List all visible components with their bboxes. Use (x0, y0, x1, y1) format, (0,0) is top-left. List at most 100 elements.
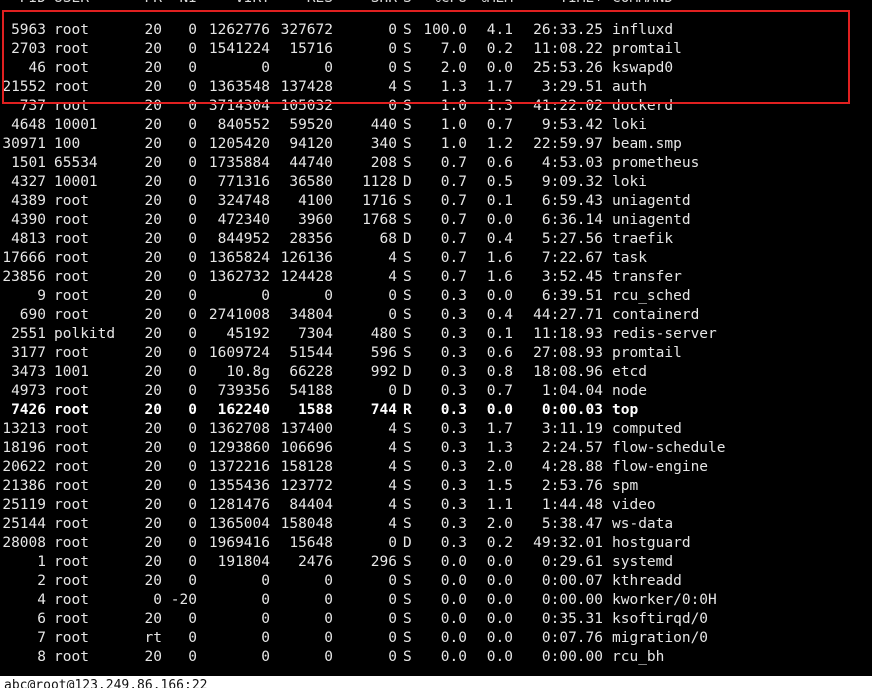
cell-virt: 472340 (217, 212, 270, 228)
cell-command: loki (612, 174, 647, 190)
process-row: 4390 root 20 0 472340 3960 1768 S 0.7 0.0 6:36.14 u… (0, 211, 872, 230)
cell-time: 6:59.43 (541, 193, 603, 209)
cell-ni: 0 (188, 60, 197, 76)
cell-cpu: 0.0 (440, 649, 467, 665)
cell-user: root (54, 269, 89, 285)
process-row: 5963 root 20 0 1262776 327672 0 S 100.0 4.1 26:33.… (0, 21, 872, 40)
cell-command: top (612, 402, 639, 418)
cell-user: 1001 (54, 364, 89, 380)
cell-cpu: 0.0 (440, 592, 467, 608)
cell-ni: 0 (188, 630, 197, 646)
cell-cpu: 0.3 (440, 516, 467, 532)
cell-s: D (403, 174, 412, 190)
process-row: 23856 root 20 0 1362732 124428 4 S 0.7 1.6 3:52.45… (0, 268, 872, 287)
cell-res: 124428 (280, 269, 333, 285)
terminal-tab-bar[interactable]: abc@root@123.249.86.166:22 (0, 676, 872, 688)
cell-mem: 1.3 (486, 440, 513, 456)
cell-mem: 1.3 (486, 98, 513, 114)
cell-pr: 20 (144, 212, 162, 228)
cell-virt: 1262776 (208, 22, 270, 38)
cell-command: uniagentd (612, 193, 691, 209)
cell-mem: 0.0 (486, 554, 513, 570)
cell-pr: 20 (144, 402, 162, 418)
cell-user: root (54, 611, 89, 627)
process-row: 21552 root 20 0 1363548 137428 4 S 1.3 1.7 3:29.51… (0, 78, 872, 97)
cell-mem: 0.6 (486, 345, 513, 361)
cell-s: S (403, 117, 412, 133)
cell-shr: 4 (388, 79, 397, 95)
cell-cpu: 0.7 (440, 193, 467, 209)
cell-ni: 0 (188, 174, 197, 190)
cell-cpu: 0.3 (440, 345, 467, 361)
cell-cpu: 100.0 (423, 22, 467, 38)
cell-pid: 30971 (2, 136, 46, 152)
process-row: 1 root 20 0 191804 2476 296 S 0.0 0.0 0:29.61 syste… (0, 553, 872, 572)
cell-res: 66228 (289, 364, 333, 380)
cell-pid: 2 (37, 573, 46, 589)
cell-time: 0:07.76 (541, 630, 603, 646)
cell-user: root (54, 250, 89, 266)
cell-command: containerd (612, 307, 700, 323)
cell-s: S (403, 98, 412, 114)
cell-ni: 0 (188, 554, 197, 570)
cell-virt: 771316 (217, 174, 270, 190)
cell-shr: 0 (388, 60, 397, 76)
cell-s: S (403, 212, 412, 228)
process-row: 17666 root 20 0 1365824 126136 4 S 0.7 1.6 7:22.67… (0, 249, 872, 268)
cell-mem: 1.1 (486, 497, 513, 513)
cell-time: 26:33.25 (533, 22, 603, 38)
cell-mem: 0.0 (486, 60, 513, 76)
cell-shr: 744 (370, 402, 397, 418)
cell-ni: 0 (188, 421, 197, 437)
terminal-window[interactable]: PID USER PR NI VIRT RES SHR S %CPU %MEM TIME+ COMMA… (0, 0, 872, 688)
cell-pr: 20 (144, 421, 162, 437)
cell-command: flow-schedule (612, 440, 726, 456)
cell-pr: 0 (153, 592, 162, 608)
cell-time: 0:00.00 (541, 592, 603, 608)
cell-res: 59520 (289, 117, 333, 133)
cell-command: uniagentd (612, 212, 691, 228)
process-row: 13213 root 20 0 1362708 137400 4 S 0.3 1.7 3:11.19… (0, 420, 872, 439)
cell-user: 100 (54, 136, 81, 152)
cell-mem: 1.6 (486, 250, 513, 266)
cell-virt: 10.8g (226, 364, 270, 380)
cell-cpu: 0.3 (440, 535, 467, 551)
cell-shr: 0 (388, 592, 397, 608)
cell-cpu: 0.7 (440, 155, 467, 171)
cell-ni: 0 (188, 79, 197, 95)
cell-virt: 324748 (217, 193, 270, 209)
cell-pr: 20 (144, 611, 162, 627)
cell-res: 3960 (298, 212, 333, 228)
cell-shr: 4 (388, 497, 397, 513)
cell-s: S (403, 649, 412, 665)
cell-time: 2:24.57 (541, 440, 603, 456)
cell-time: 3:29.51 (541, 79, 603, 95)
cell-command: video (612, 497, 656, 513)
cell-pr: 20 (144, 345, 162, 361)
cell-cpu: 0.3 (440, 402, 467, 418)
cell-command: influxd (612, 22, 674, 38)
cell-command: etcd (612, 364, 647, 380)
cell-cpu: 0.7 (440, 250, 467, 266)
process-row: 3473 1001 20 0 10.8g 66228 992 D 0.3 0.8 18:08.96 e… (0, 363, 872, 382)
cell-shr: 1716 (362, 193, 397, 209)
cell-pr: 20 (144, 478, 162, 494)
cell-ni: 0 (188, 611, 197, 627)
cell-command: beam.smp (612, 136, 682, 152)
cell-user: root (54, 98, 89, 114)
cell-pr: rt (144, 630, 162, 646)
cell-pr: 20 (144, 136, 162, 152)
process-row: 4327 10001 20 0 771316 36580 1128 D 0.7 0.5 9:09.3… (0, 173, 872, 192)
process-row: 4 root 0 -20 0 0 0 S 0.0 0.0 0:00.00 kworker/0:0H (0, 591, 872, 610)
cell-user: root (54, 516, 89, 532)
cell-time: 11:18.93 (533, 326, 603, 342)
cell-res: 123772 (280, 478, 333, 494)
cell-command: rcu_sched (612, 288, 691, 304)
cell-pr: 20 (144, 193, 162, 209)
cell-pid: 46 (28, 60, 46, 76)
cell-virt: 1363548 (208, 79, 270, 95)
cell-res: 137428 (280, 79, 333, 95)
cell-cpu: 0.0 (440, 554, 467, 570)
cell-cpu: 0.7 (440, 269, 467, 285)
process-row: 18196 root 20 0 1293860 106696 4 S 0.3 1.3 2:24.57… (0, 439, 872, 458)
